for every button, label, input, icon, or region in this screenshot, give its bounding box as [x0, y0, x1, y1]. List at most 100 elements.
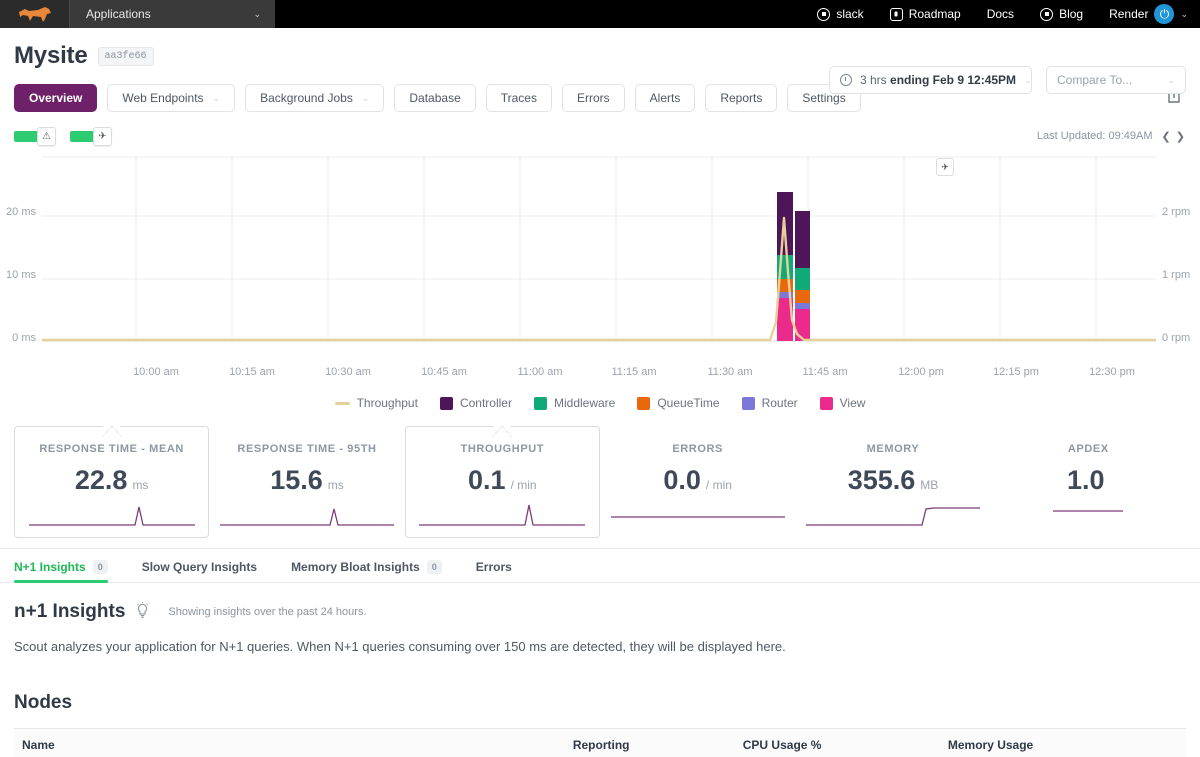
legend-item-throughput[interactable]: Throughput [334, 396, 418, 410]
legend-swatch [637, 396, 651, 410]
legend-item-middleware[interactable]: Middleware [533, 396, 616, 410]
legend-item-queuetime[interactable]: QueueTime [637, 396, 720, 410]
tab-errors[interactable]: Errors [561, 84, 625, 112]
tab-background-jobs[interactable]: Background Jobs ⌄ [245, 84, 385, 112]
metric-card-memory[interactable]: MEMORY 355.6 MB [795, 426, 990, 538]
time-range-selector[interactable]: 3 hrs ending Feb 9 12:45PM ⌄ [829, 66, 1032, 94]
nav-link-slack[interactable]: slack [817, 7, 864, 21]
insight-tab-badge: 0 [426, 560, 442, 574]
tab-alerts[interactable]: Alerts [634, 84, 696, 112]
metric-card-response-time-mean[interactable]: RESPONSE TIME - MEAN 22.8 ms [14, 426, 210, 538]
metric-value: 0.0 [663, 465, 701, 495]
metric-value: 22.8 [74, 465, 128, 495]
compare-to-selector[interactable]: Compare To... ⌄ [1046, 66, 1186, 94]
account-menu[interactable]: Render ⏻ ⌄ [1109, 4, 1188, 24]
tab-overview[interactable]: Overview [14, 84, 98, 112]
insight-tab-slow-query[interactable]: Slow Query Insights [142, 560, 257, 582]
chevron-down-icon: ⌄ [1167, 74, 1175, 85]
legend-swatch [439, 396, 453, 410]
insight-subtitle: Showing insights over the past 24 hours. [168, 606, 367, 618]
column-header-reporting[interactable]: Reporting [564, 728, 735, 757]
metric-card-errors[interactable]: ERRORS 0.0 / min [600, 426, 795, 538]
insight-title: n+1 Insights [14, 601, 126, 622]
tab-database[interactable]: Database [394, 84, 476, 112]
nav-link-blog[interactable]: Blog [1040, 7, 1083, 21]
rocket-deploy-marker[interactable]: ✈ [936, 158, 954, 176]
chevron-down-icon: ⌄ [212, 92, 221, 103]
insight-tab-label: Errors [475, 560, 512, 574]
xtick: 10:15 am [229, 366, 275, 378]
metric-unit: MB [920, 478, 939, 492]
applications-selector[interactable]: Applications ⌄ [70, 0, 275, 28]
alerts-overlay-toggle[interactable]: ⚠ [14, 126, 56, 146]
column-header-cpu[interactable]: CPU Usage % [734, 728, 940, 757]
column-header-memory[interactable]: Memory Usage [939, 728, 1186, 757]
metric-value: 15.6 [270, 465, 323, 495]
metric-value-group: 15.6 ms [270, 465, 344, 496]
last-updated-group: Last Updated: 09:49AM ❮ ❯ [1037, 130, 1186, 143]
metric-label: RESPONSE TIME - MEAN [39, 443, 184, 455]
metric-label: MEMORY [866, 443, 920, 455]
top-nav-links: slack Roadmap Docs Blog Render ⏻ ⌄ [817, 0, 1200, 28]
insight-header: n+1 Insights Showing insights over the p… [14, 601, 1186, 623]
legend-item-router[interactable]: Router [741, 396, 798, 410]
chevron-down-icon: ⌄ [361, 92, 370, 103]
tab-web-endpoints[interactable]: Web Endpoints ⌄ [107, 84, 236, 112]
chart-toggles: ⚠ ✈ [14, 126, 112, 146]
metric-card-response-time-95th[interactable]: RESPONSE TIME - 95TH 15.6 ms [209, 426, 404, 538]
chart-legend: Throughput Controller Middleware QueueTi… [0, 396, 1200, 410]
metric-label: THROUGHPUT [460, 443, 545, 455]
time-controls: 3 hrs ending Feb 9 12:45PM ⌄ Compare To.… [829, 66, 1186, 94]
legend-label: Middleware [553, 396, 616, 410]
deploy-hash-badge[interactable]: aa3fe66 [97, 46, 154, 66]
xtick: 11:00 am [517, 366, 563, 378]
nav-link-roadmap[interactable]: Roadmap [889, 7, 961, 21]
scout-logo[interactable] [0, 0, 70, 28]
sparkline [419, 504, 586, 526]
tab-reports[interactable]: Reports [705, 84, 778, 112]
table-header-row: Name Reporting CPU Usage % Memory Usage [14, 728, 1186, 757]
overview-chart-panel: ⚠ ✈ Last Updated: 09:49AM ❮ ❯ 20 ms 10 m… [0, 124, 1200, 410]
deploys-overlay-toggle[interactable]: ✈ [70, 126, 112, 146]
blog-icon [1040, 7, 1054, 21]
xtick: 12:30 pm [1089, 366, 1135, 378]
legend-swatch [334, 401, 350, 405]
metric-value-group: 355.6 MB [848, 465, 939, 496]
xtick: 12:15 pm [993, 366, 1039, 378]
insight-tab-errors[interactable]: Errors [476, 560, 512, 582]
xtick: 11:45 am [802, 366, 848, 378]
xtick: 10:30 am [325, 366, 371, 378]
xtick: 12:00 pm [898, 366, 944, 378]
metric-card-throughput[interactable]: THROUGHPUT 0.1 / min [404, 426, 600, 538]
lightbulb-icon [135, 601, 150, 623]
xtick: 10:00 am [133, 366, 179, 378]
insight-tab-label: N+1 Insights [14, 560, 86, 574]
svg-text:20 ms: 20 ms [6, 206, 36, 218]
chart-plot-area[interactable]: 20 ms 10 ms 0 ms 2 rpm 1 rpm 0 rpm ✈ [0, 152, 1200, 364]
tab-traces[interactable]: Traces [485, 84, 552, 112]
column-header-name[interactable]: Name [14, 728, 565, 757]
applications-label: Applications [86, 7, 151, 21]
sparkline [219, 508, 394, 526]
legend-swatch [533, 396, 547, 410]
legend-item-controller[interactable]: Controller [439, 396, 512, 410]
legend-swatch [819, 396, 833, 410]
metric-unit: / min [705, 478, 732, 492]
insight-description: Scout analyzes your application for N+1 … [14, 639, 786, 654]
insight-tab-label: Slow Query Insights [141, 560, 258, 574]
tab-reports-label: Reports [720, 91, 763, 105]
chart-pager[interactable]: ❮ ❯ [1162, 130, 1187, 143]
legend-label: QueueTime [657, 396, 720, 410]
legend-label: Router [761, 396, 798, 410]
legend-item-view[interactable]: View [819, 396, 865, 410]
metric-value-group: 22.8 ms [75, 465, 149, 496]
metric-value: 355.6 [847, 465, 916, 495]
tab-database-label: Database [409, 91, 461, 105]
metric-cards: RESPONSE TIME - MEAN 22.8 ms RESPONSE TI… [0, 426, 1200, 538]
metric-card-apdex[interactable]: APDEX 1.0 [991, 426, 1186, 538]
nav-link-roadmap-label: Roadmap [908, 7, 961, 21]
insight-tab-n1[interactable]: N+1 Insights 0 [14, 560, 108, 583]
nav-link-docs[interactable]: Docs [987, 7, 1014, 21]
insight-tab-memory-bloat[interactable]: Memory Bloat Insights 0 [291, 560, 442, 582]
xtick: 11:30 am [707, 366, 753, 378]
